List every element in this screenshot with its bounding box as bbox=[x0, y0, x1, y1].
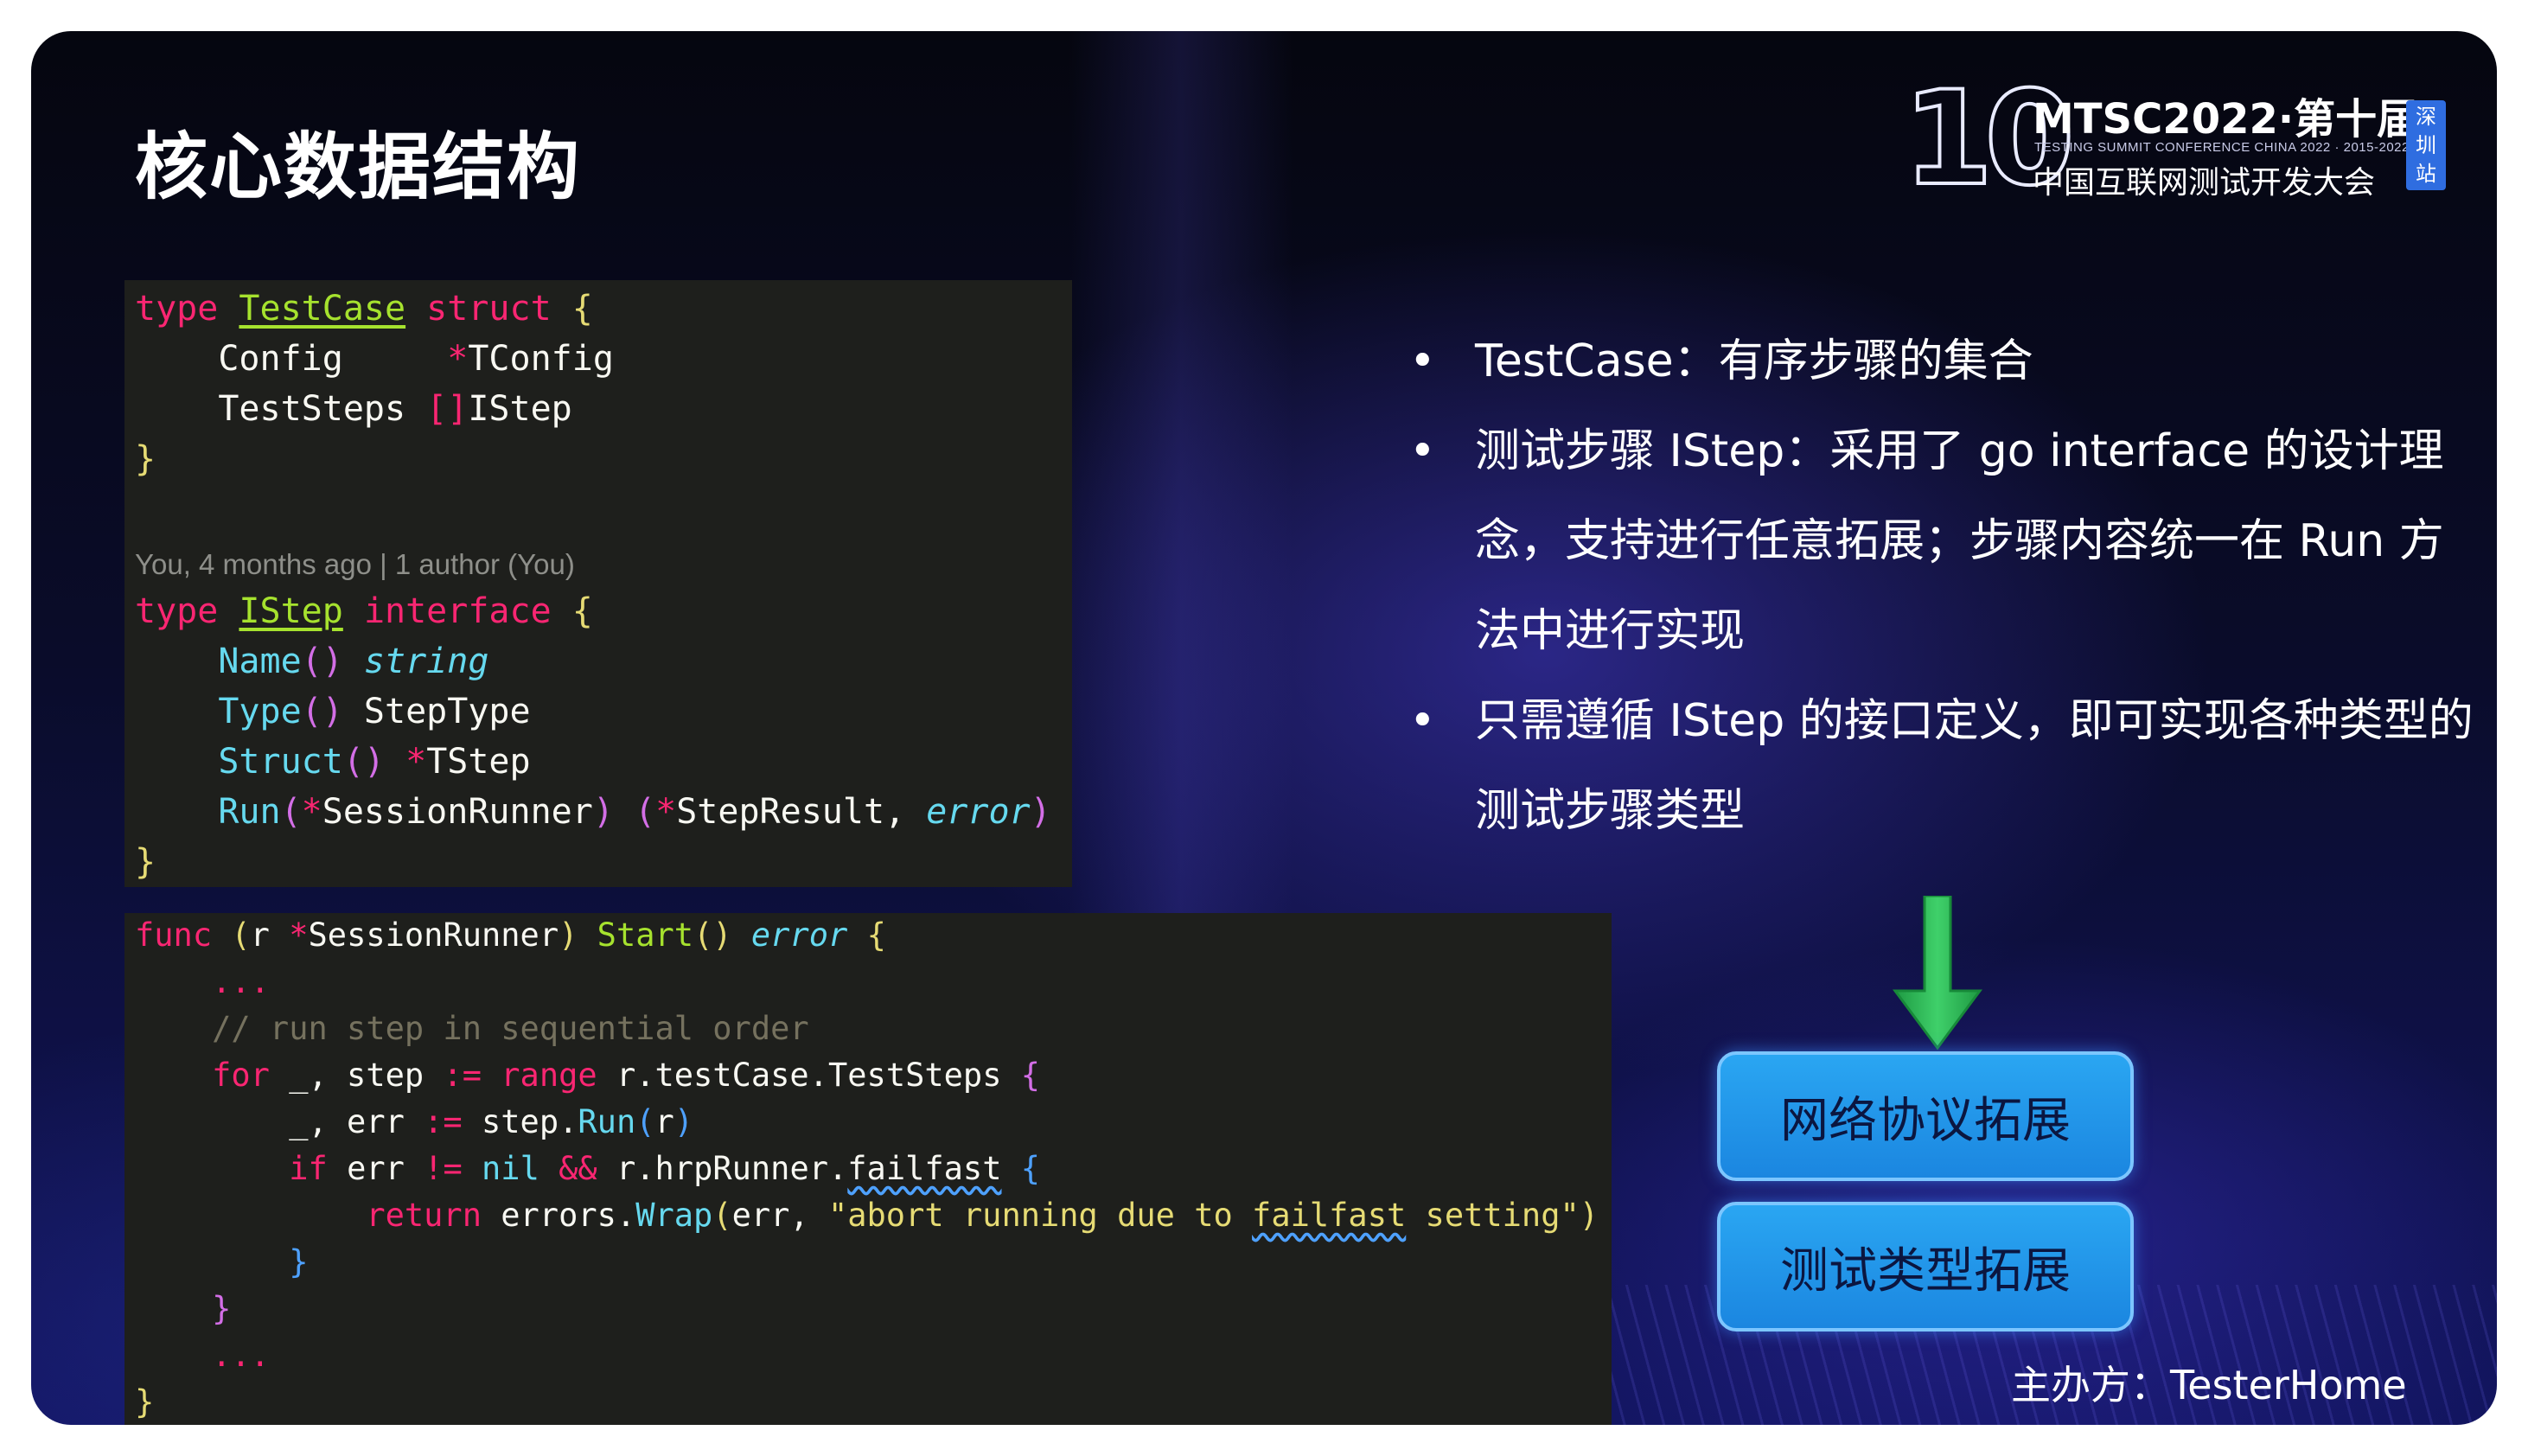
code-line: ... bbox=[212, 963, 270, 1000]
logo-location-badge: 深 圳 站 bbox=[2406, 100, 2446, 190]
slide-title: 核心数据结构 bbox=[135, 125, 582, 209]
sponsor-label: 主办方：TesterHome bbox=[2011, 1362, 2407, 1408]
code-line: func (r *SessionRunner) Start() error { bbox=[135, 916, 886, 954]
code-line: Run(*SessionRunner) (*StepResult, error) bbox=[218, 792, 1051, 832]
network-protocol-extension-button[interactable]: 网络协议拓展 bbox=[1717, 1051, 2134, 1181]
git-blame-annotation: You, 4 months ago | 1 author (You) bbox=[135, 548, 575, 580]
bullet-text: 测试步骤 IStep：采用了 go interface 的设计理念，支持进行任意… bbox=[1475, 425, 2444, 657]
bullet-marker: • bbox=[1409, 335, 1436, 387]
bullet-marker: • bbox=[1409, 695, 1436, 747]
bullet-marker: • bbox=[1409, 425, 1436, 477]
bullet-item: • 测试步骤 IStep：采用了 go interface 的设计理念，支持进行… bbox=[1380, 406, 2487, 676]
bullet-list: • TestCase：有序步骤的集合 • 测试步骤 IStep：采用了 go i… bbox=[1380, 316, 2487, 856]
code-line: Type() StepType bbox=[218, 692, 531, 731]
badge-char: 深 bbox=[2416, 105, 2436, 129]
code-line: if err != nil && r.hrpRunner.failfast { bbox=[289, 1150, 1041, 1187]
code-line: type IStep interface { bbox=[135, 591, 593, 631]
code-line: } bbox=[135, 1383, 155, 1421]
code-panel-start: func (r *SessionRunner) Start() error { … bbox=[124, 913, 1612, 1425]
code-line: Config *TConfig bbox=[218, 339, 614, 379]
bullet-item: • TestCase：有序步骤的集合 bbox=[1380, 316, 2487, 406]
code-line: type TestCase struct { bbox=[135, 289, 593, 329]
code-line: } bbox=[135, 439, 156, 479]
badge-char: 站 bbox=[2416, 162, 2436, 186]
test-type-extension-button[interactable]: 测试类型拓展 bbox=[1717, 1202, 2134, 1331]
code-line: ... bbox=[212, 1337, 270, 1374]
code-line: for _, step := range r.testCase.TestStep… bbox=[212, 1057, 1041, 1094]
logo-cn-name: 中国互联网测试开发大会 bbox=[2033, 165, 2376, 201]
code-comment: // run step in sequential order bbox=[212, 1010, 809, 1047]
bullet-text: TestCase：有序步骤的集合 bbox=[1475, 335, 2033, 387]
code-line: } bbox=[135, 842, 156, 882]
badge-char: 圳 bbox=[2416, 133, 2436, 157]
bullet-text: 只需遵循 IStep 的接口定义，即可实现各种类型的测试步骤类型 bbox=[1475, 695, 2474, 837]
slide: 核心数据结构 10 MTSC2022·第十届 TESTING SUMMIT CO… bbox=[31, 31, 2497, 1425]
code-line: TestSteps []IStep bbox=[218, 389, 572, 429]
logo-tagline: TESTING SUMMIT CONFERENCE CHINA 2022 · 2… bbox=[2034, 140, 2410, 155]
down-arrow-icon bbox=[1893, 896, 1982, 1050]
code-line: Name() string bbox=[218, 642, 489, 681]
code-line: return errors.Wrap(err, "abort running d… bbox=[366, 1197, 1599, 1234]
code-line: } bbox=[289, 1243, 309, 1280]
code-line: Struct() *TStep bbox=[218, 742, 531, 782]
conference-logo: 10 MTSC2022·第十届 TESTING SUMMIT CONFERENC… bbox=[1901, 64, 2465, 214]
code-line: _, err := step.Run(r) bbox=[289, 1103, 694, 1140]
bullet-item: • 只需遵循 IStep 的接口定义，即可实现各种类型的测试步骤类型 bbox=[1380, 676, 2487, 856]
code-panel-types: type TestCase struct { Config *TConfig T… bbox=[124, 280, 1072, 887]
logo-brand: MTSC2022·第十届 bbox=[2033, 95, 2419, 144]
code-line: } bbox=[212, 1290, 232, 1327]
